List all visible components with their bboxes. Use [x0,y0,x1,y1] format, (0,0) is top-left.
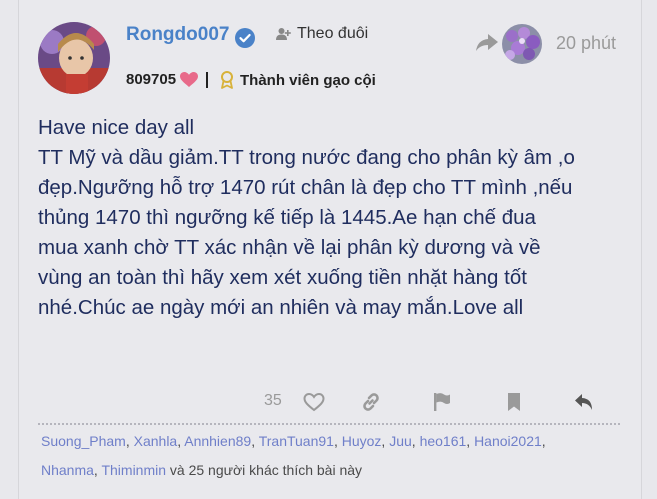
likers-separator: , [333,433,342,449]
flag-icon[interactable] [430,390,454,414]
follow-label: Theo đuôi [297,25,369,42]
liker-name[interactable]: Hanoi2021 [474,433,542,449]
liker-name[interactable]: Huyoz [342,433,382,449]
post-line: vùng an toàn thì hãy xem xét xuống tiền … [38,266,527,289]
verified-badge-icon [234,27,256,49]
follow-button[interactable]: Theo đuôi [276,25,368,43]
post-content: Have nice day all TT Mỹ và dầu giảm.TT t… [38,113,628,323]
heart-outline-icon[interactable] [302,390,326,414]
bookmark-icon[interactable] [502,390,526,414]
liker-name[interactable]: Xanhla [134,433,178,449]
post-line: nhé.Chúc ae ngày mới an nhiên và may mắn… [38,296,524,319]
likers-separator: , [541,433,546,449]
liker-name[interactable]: TranTuan91 [259,433,334,449]
likers-separator: , [466,433,475,449]
like-count[interactable]: 35 [264,392,282,410]
reply-to-avatar[interactable] [502,24,542,64]
post-line: đẹp.Ngưỡng hỗ trợ 1470 rút chân là đẹp c… [38,176,573,199]
liker-name[interactable]: Thiminmin [101,462,166,478]
likers-list: Suong_Pham, Xanhla, Annhien89, TranTuan9… [41,427,631,485]
heart-icon [180,71,199,87]
liker-name[interactable]: Suong_Pham [41,433,126,449]
liker-name[interactable]: heo161 [420,433,467,449]
username[interactable]: Rongdo007 [126,24,229,46]
likers-separator: , [125,433,134,449]
post-line: mua xanh chờ TT xác nhận về lại phân kỳ … [38,236,541,259]
score-value: 809705 [126,71,177,88]
avatar[interactable] [38,22,110,94]
post-line: Have nice day all [38,116,195,139]
member-title-label: Thành viên gạo cội [240,71,376,89]
post-actions: 35 [264,388,604,416]
likers-separator: , [251,433,259,449]
liker-name[interactable]: Nhanma [41,462,94,478]
likers-suffix: và 25 người khác thích bài này [166,462,363,478]
liker-name[interactable]: Juu [389,433,412,449]
user-score: 809705 [126,71,199,88]
divider [38,423,620,425]
link-icon[interactable] [359,390,383,414]
likers-separator: , [411,433,420,449]
separator [206,72,208,88]
award-ribbon-icon [221,71,233,89]
liker-name[interactable]: Annhien89 [184,433,251,449]
post-time[interactable]: 20 phút [556,33,616,54]
share-arrow-icon[interactable] [476,34,498,57]
person-plus-icon [276,28,291,40]
member-title: Thành viên gạo cội [220,71,376,89]
post-line: TT Mỹ và dầu giảm.TT trong nước đang cho… [38,146,575,169]
post-line: thủng 1470 thì ngưỡng kế tiếp là 1445.Ae… [38,206,536,229]
reply-icon[interactable] [572,390,596,414]
